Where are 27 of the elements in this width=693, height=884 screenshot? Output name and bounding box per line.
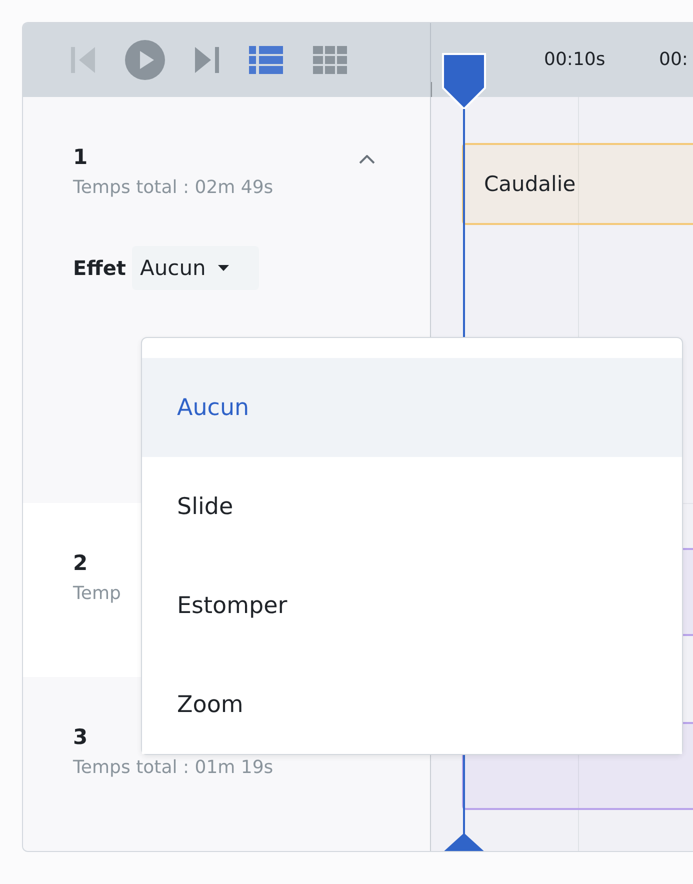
scene-number: 3 bbox=[73, 725, 88, 749]
menu-option[interactable]: Slide bbox=[142, 457, 682, 556]
grid-view-icon bbox=[313, 46, 347, 74]
caret-down-icon bbox=[218, 265, 229, 271]
menu-option[interactable]: Aucun bbox=[142, 358, 682, 457]
list-button[interactable] bbox=[249, 46, 283, 74]
chevron-up-icon[interactable] bbox=[359, 155, 375, 164]
menu-option[interactable]: Estomper bbox=[142, 556, 682, 655]
time-label: 00:10s bbox=[544, 49, 606, 70]
clip-title: Caudalie bbox=[484, 172, 576, 196]
clip[interactable]: Caudalie bbox=[462, 143, 693, 225]
effect-select[interactable]: Aucun bbox=[132, 246, 259, 290]
skip-back-icon bbox=[71, 47, 95, 73]
menu-option[interactable]: Zoom bbox=[142, 655, 682, 754]
scene-number: 1 bbox=[73, 145, 88, 169]
next-button[interactable] bbox=[195, 47, 219, 73]
scene-duration: Temp bbox=[73, 583, 121, 604]
scene-number: 2 bbox=[73, 551, 88, 575]
scene-duration: Temps total : 01m 19s bbox=[73, 757, 274, 778]
list-view-icon bbox=[249, 46, 283, 74]
play-button[interactable] bbox=[125, 40, 165, 80]
effect-label: Effet bbox=[73, 256, 126, 280]
time-label: 00: bbox=[659, 49, 688, 70]
skip-forward-icon bbox=[195, 47, 219, 73]
grid-button[interactable] bbox=[313, 46, 347, 74]
scene-duration: Temps total : 02m 49s bbox=[73, 177, 274, 198]
play-icon bbox=[125, 40, 165, 80]
